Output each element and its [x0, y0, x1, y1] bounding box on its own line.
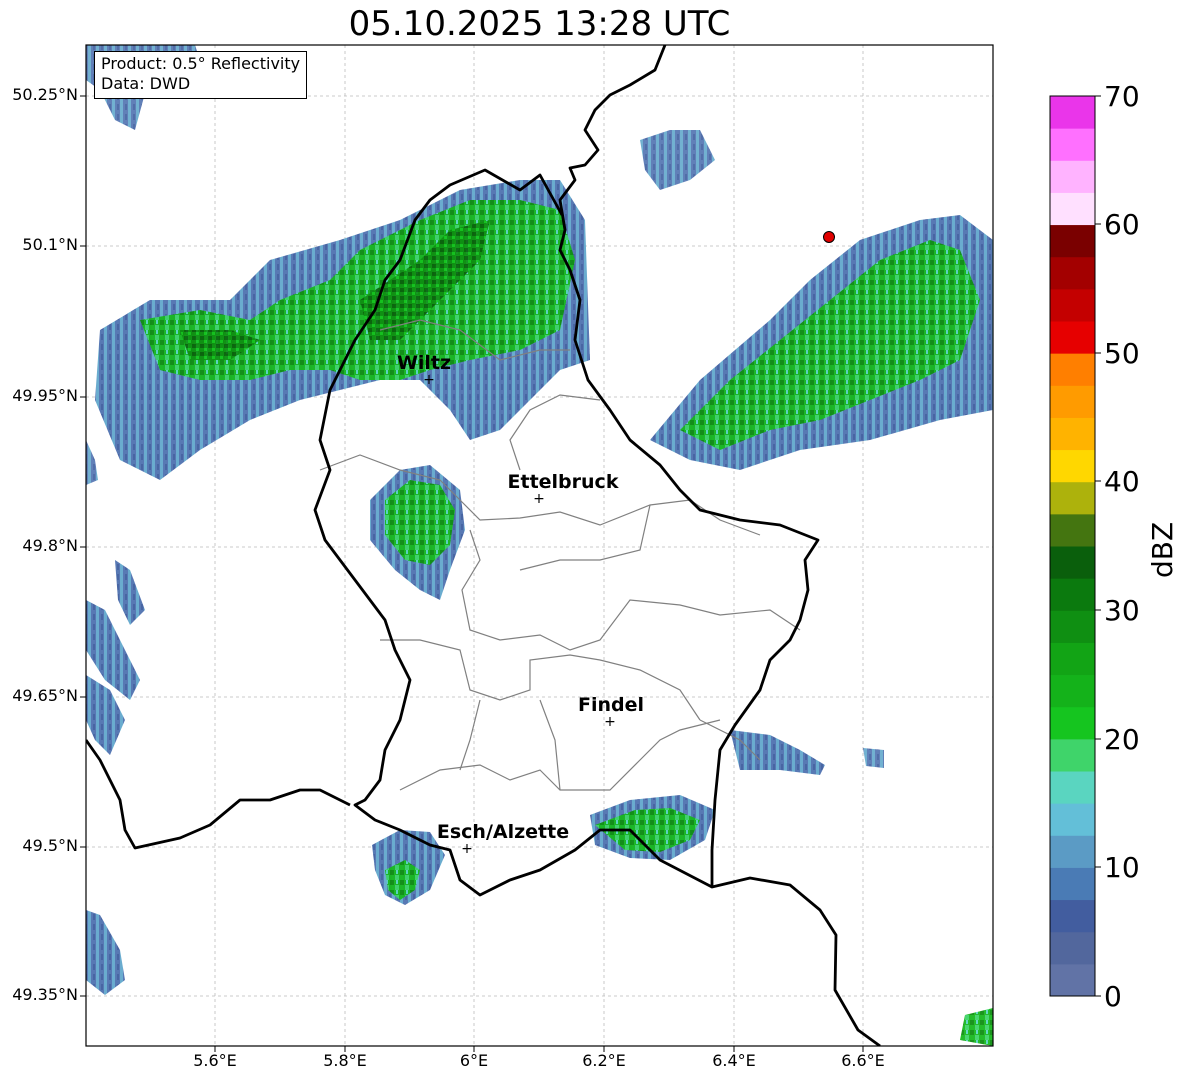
colorbar-segment	[1050, 642, 1095, 676]
lat-tick-label: 50.1°N	[22, 235, 78, 254]
city-marker-icon: +	[423, 372, 435, 388]
lat-tick-label: 49.35°N	[12, 985, 78, 1004]
colorbar-segment	[1050, 321, 1095, 354]
lon-tick-label: 6.6°E	[841, 1051, 885, 1070]
colorbar-segment	[1050, 385, 1095, 418]
lon-tick-label: 6.2°E	[582, 1051, 626, 1070]
colorbar-segment	[1050, 610, 1095, 643]
colorbar-segment	[1050, 578, 1095, 611]
data-source-label: Data: DWD	[101, 74, 191, 93]
colorbar-segment	[1050, 867, 1095, 901]
colorbar-tick-label: 70	[1104, 80, 1140, 113]
colorbar-segment	[1050, 803, 1095, 836]
colorbar-segment	[1050, 706, 1095, 740]
colorbar-segment	[1050, 224, 1095, 258]
colorbar-tick-label: 10	[1104, 851, 1140, 884]
lon-tick-label: 5.8°E	[323, 1051, 367, 1070]
colorbar-segment	[1050, 353, 1095, 386]
lat-tick-label: 49.5°N	[22, 836, 78, 855]
colorbar-segment	[1050, 674, 1095, 708]
lat-tick-label: 50.25°N	[12, 85, 78, 104]
lon-tick-label: 6.4°E	[712, 1051, 756, 1070]
colorbar-segment	[1050, 481, 1095, 515]
city-label-wiltz: Wiltz	[397, 352, 451, 374]
lat-tick-label: 49.95°N	[12, 386, 78, 405]
colorbar-segment	[1050, 160, 1095, 193]
colorbar-segment	[1050, 96, 1095, 129]
city-label-esch-alzette: Esch/Alzette	[437, 821, 569, 843]
colorbar-segment	[1050, 288, 1095, 322]
echo-cell-east-small-2	[863, 748, 884, 768]
colorbar	[1049, 95, 1096, 997]
product-info-box: Product: 0.5° Reflectivity Data: DWD	[94, 51, 308, 99]
city-label-ettelbruck: Ettelbruck	[508, 471, 619, 493]
city-marker-icon: +	[604, 714, 616, 730]
colorbar-segment	[1050, 513, 1095, 547]
colorbar-segment	[1050, 835, 1095, 868]
colorbar-tick-label: 50	[1104, 337, 1140, 370]
colorbar-segment	[1050, 546, 1095, 579]
colorbar-segment	[1050, 931, 1095, 965]
colorbar-segment	[1050, 128, 1095, 161]
colorbar-tick-label: 30	[1104, 594, 1140, 627]
colorbar-segment	[1050, 417, 1095, 451]
radar-site-marker[interactable]	[823, 231, 835, 243]
lat-tick-label: 49.8°N	[22, 536, 78, 555]
colorbar-tick-label: 40	[1104, 465, 1140, 498]
colorbar-segment	[1050, 899, 1095, 933]
colorbar-tick-label: 60	[1104, 208, 1140, 241]
colorbar-segment	[1050, 256, 1095, 290]
city-marker-icon: +	[533, 491, 545, 507]
lon-tick-label: 6°E	[459, 1051, 489, 1070]
colorbar-tick-label: 20	[1104, 723, 1140, 756]
colorbar-segment	[1050, 771, 1095, 804]
colorbar-segment	[1050, 738, 1095, 772]
colorbar-segment	[1050, 449, 1095, 483]
product-label: Product: 0.5° Reflectivity	[101, 54, 301, 73]
city-marker-icon: +	[461, 841, 473, 857]
radar-map[interactable]: Wiltz + Ettelbruck + Findel + Esch/Alzet…	[0, 0, 1184, 1081]
colorbar-segment	[1050, 963, 1095, 997]
city-label-findel: Findel	[578, 694, 644, 716]
colorbar-ticks	[1095, 95, 1101, 997]
colorbar-segment	[1050, 192, 1095, 226]
lat-tick-label: 49.65°N	[12, 686, 78, 705]
colorbar-tick-label: 0	[1104, 980, 1122, 1013]
colorbar-unit-label: dBZ	[1146, 521, 1179, 578]
lon-tick-label: 5.6°E	[193, 1051, 237, 1070]
